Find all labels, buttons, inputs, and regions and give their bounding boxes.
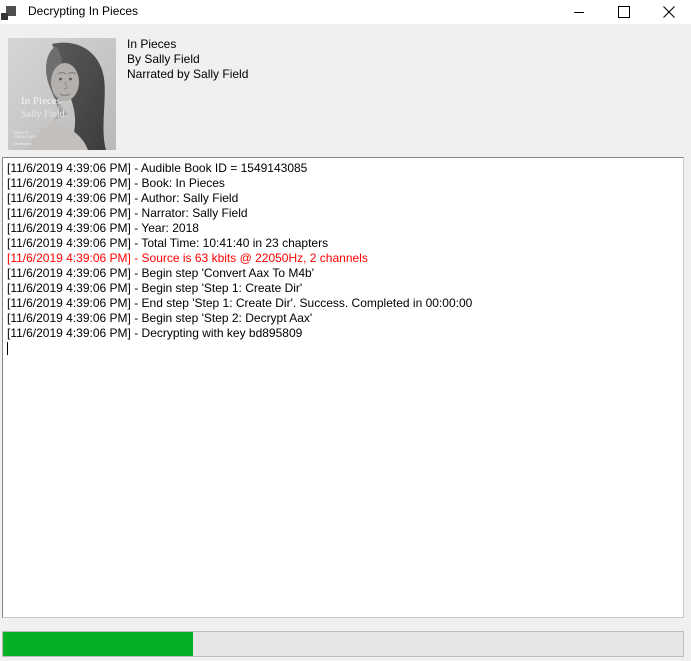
log-line: [11/6/2019 4:39:06 PM] - Year: 2018 (7, 221, 679, 236)
log-line: [11/6/2019 4:39:06 PM] - Narrator: Sally… (7, 206, 679, 221)
maximize-button[interactable] (601, 0, 646, 24)
book-info: In Pieces By Sally Field Narrated by Sal… (127, 37, 248, 82)
minimize-icon (573, 6, 585, 18)
log-line: [11/6/2019 4:39:06 PM] - Begin step 'Ste… (7, 311, 679, 326)
app-icon (1, 4, 17, 20)
close-button[interactable] (646, 0, 691, 24)
log-textbox[interactable]: [11/6/2019 4:39:06 PM] - Audible Book ID… (2, 157, 684, 618)
log-line: [11/6/2019 4:39:06 PM] - Begin step 'Ste… (7, 281, 679, 296)
log-line: [11/6/2019 4:39:06 PM] - Total Time: 10:… (7, 236, 679, 251)
book-cover-image: In Pieces Sally Field READ BY THE AUTHOR… (8, 38, 116, 150)
maximize-icon (618, 6, 630, 18)
close-icon (663, 6, 675, 18)
log-line-error: [11/6/2019 4:39:06 PM] - Source is 63 kb… (7, 251, 679, 266)
cover-author: Sally Field (21, 109, 65, 120)
cover-title: In Pieces (21, 95, 61, 107)
app-window: Decrypting In Pieces (0, 0, 691, 661)
log-line: [11/6/2019 4:39:06 PM] - Decrypting with… (7, 326, 679, 341)
log-line: [11/6/2019 4:39:06 PM] - Begin step 'Con… (7, 266, 679, 281)
window-title: Decrypting In Pieces (28, 4, 138, 18)
book-title: In Pieces (127, 37, 248, 52)
log-line: [11/6/2019 4:39:06 PM] - End step 'Step … (7, 296, 679, 311)
cover-edition: Unabridged (14, 142, 32, 146)
log-line: [11/6/2019 4:39:06 PM] - Audible Book ID… (7, 161, 679, 176)
text-caret (7, 342, 8, 355)
cover-readby-2: THE AUTHOR (14, 135, 37, 139)
book-author: By Sally Field (127, 52, 248, 67)
window-controls (556, 0, 691, 24)
progress-bar (2, 631, 684, 657)
log-line: [11/6/2019 4:39:06 PM] - Author: Sally F… (7, 191, 679, 206)
book-narrator: Narrated by Sally Field (127, 67, 248, 82)
progress-fill (3, 632, 193, 656)
minimize-button[interactable] (556, 0, 601, 24)
log-line: [11/6/2019 4:39:06 PM] - Book: In Pieces (7, 176, 679, 191)
titlebar[interactable]: Decrypting In Pieces (0, 0, 691, 24)
